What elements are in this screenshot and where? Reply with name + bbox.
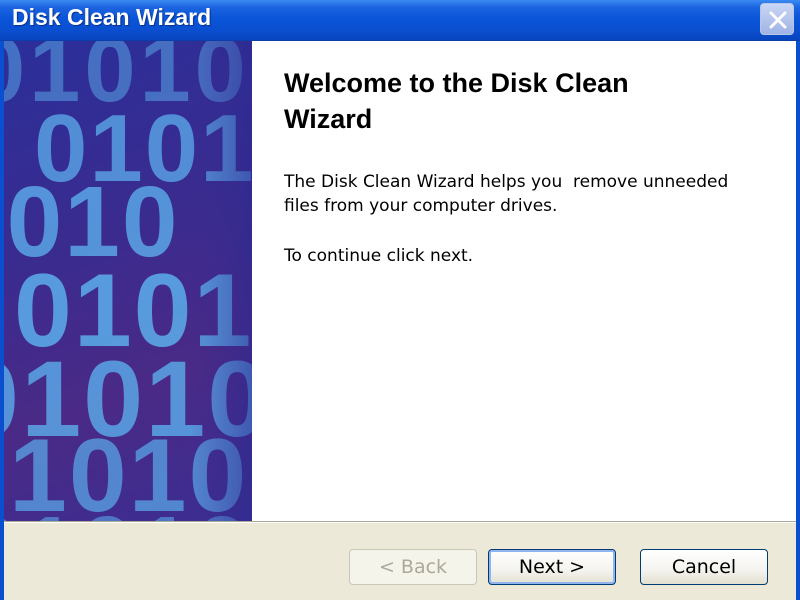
continue-instruction: To continue click next. bbox=[284, 246, 474, 266]
close-button[interactable] bbox=[760, 3, 794, 35]
close-icon bbox=[769, 11, 787, 29]
welcome-panel: Welcome to the Disk Clean Wizard The Dis… bbox=[252, 41, 796, 521]
next-button[interactable]: Next > bbox=[488, 549, 616, 585]
wizard-content: 010100101010100101001010101001010 Welcom… bbox=[4, 41, 796, 600]
back-button[interactable]: < Back bbox=[349, 549, 477, 585]
window-title: Disk Clean Wizard bbox=[12, 4, 212, 30]
wizard-window: Disk Clean Wizard 0101001010101001010010… bbox=[0, 0, 800, 600]
button-separator bbox=[4, 521, 796, 523]
welcome-description: The Disk Clean Wizard helps you remove u… bbox=[284, 172, 734, 216]
binary-digits-graphic: 010100101010100101001010101001010 bbox=[4, 41, 252, 521]
cancel-button[interactable]: Cancel bbox=[640, 549, 768, 585]
welcome-title: Welcome to the Disk Clean Wizard bbox=[284, 68, 629, 134]
binary-banner-image: 010100101010100101001010101001010 bbox=[4, 41, 252, 521]
banner-fade-overlay bbox=[4, 41, 252, 521]
title-bar[interactable]: Disk Clean Wizard bbox=[0, 0, 800, 41]
